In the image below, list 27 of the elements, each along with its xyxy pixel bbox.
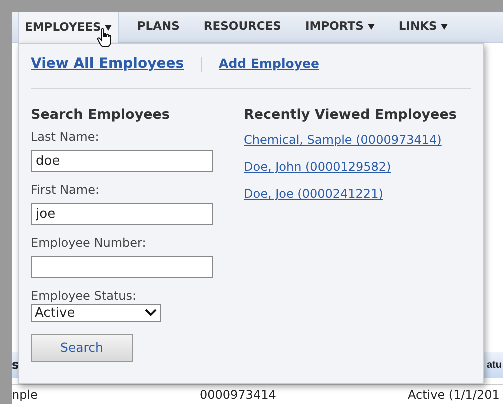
input-field[interactable]: doe	[31, 150, 213, 172]
field-label: First Name:	[31, 183, 101, 198]
menu-link[interactable]: Add Employee	[219, 54, 320, 74]
nav-tab[interactable]: EMPLOYEES	[18, 12, 120, 43]
nav-tab[interactable]: RESOURCES	[198, 12, 288, 42]
nav-tab[interactable]: IMPORTS	[299, 12, 381, 42]
status-dropdown[interactable]: Active	[31, 304, 161, 322]
table-cell-text: Active (1/1/201	[408, 386, 501, 404]
menu-link[interactable]: View All Employees	[31, 54, 184, 74]
table-cell-text: nple	[12, 386, 39, 404]
employee-link[interactable]: Chemical, Sample (0000973414)	[244, 131, 442, 150]
column-header: atu	[487, 358, 503, 372]
search-button[interactable]: Search	[31, 334, 133, 362]
field-label: Last Name:	[31, 130, 100, 144]
field-label: Employee Number:	[31, 236, 148, 250]
section-title: Search Employees	[31, 106, 171, 125]
employee-link[interactable]: Doe, Joe (0000241221)	[244, 185, 384, 204]
section-title: Recently Viewed Employees	[244, 106, 458, 125]
input-field[interactable]: joe	[31, 203, 213, 226]
nav-tab[interactable]: PLANS	[131, 12, 186, 42]
field-label: Employee Status:	[31, 289, 138, 304]
chevron-down-icon	[145, 309, 157, 318]
column-header: s	[12, 357, 20, 374]
employee-link[interactable]: Doe, John (0000129582)	[244, 158, 392, 176]
input-field[interactable]	[31, 256, 213, 278]
table-cell-text: 0000973414	[200, 386, 278, 404]
nav-tab[interactable]: LINKS	[392, 12, 454, 42]
